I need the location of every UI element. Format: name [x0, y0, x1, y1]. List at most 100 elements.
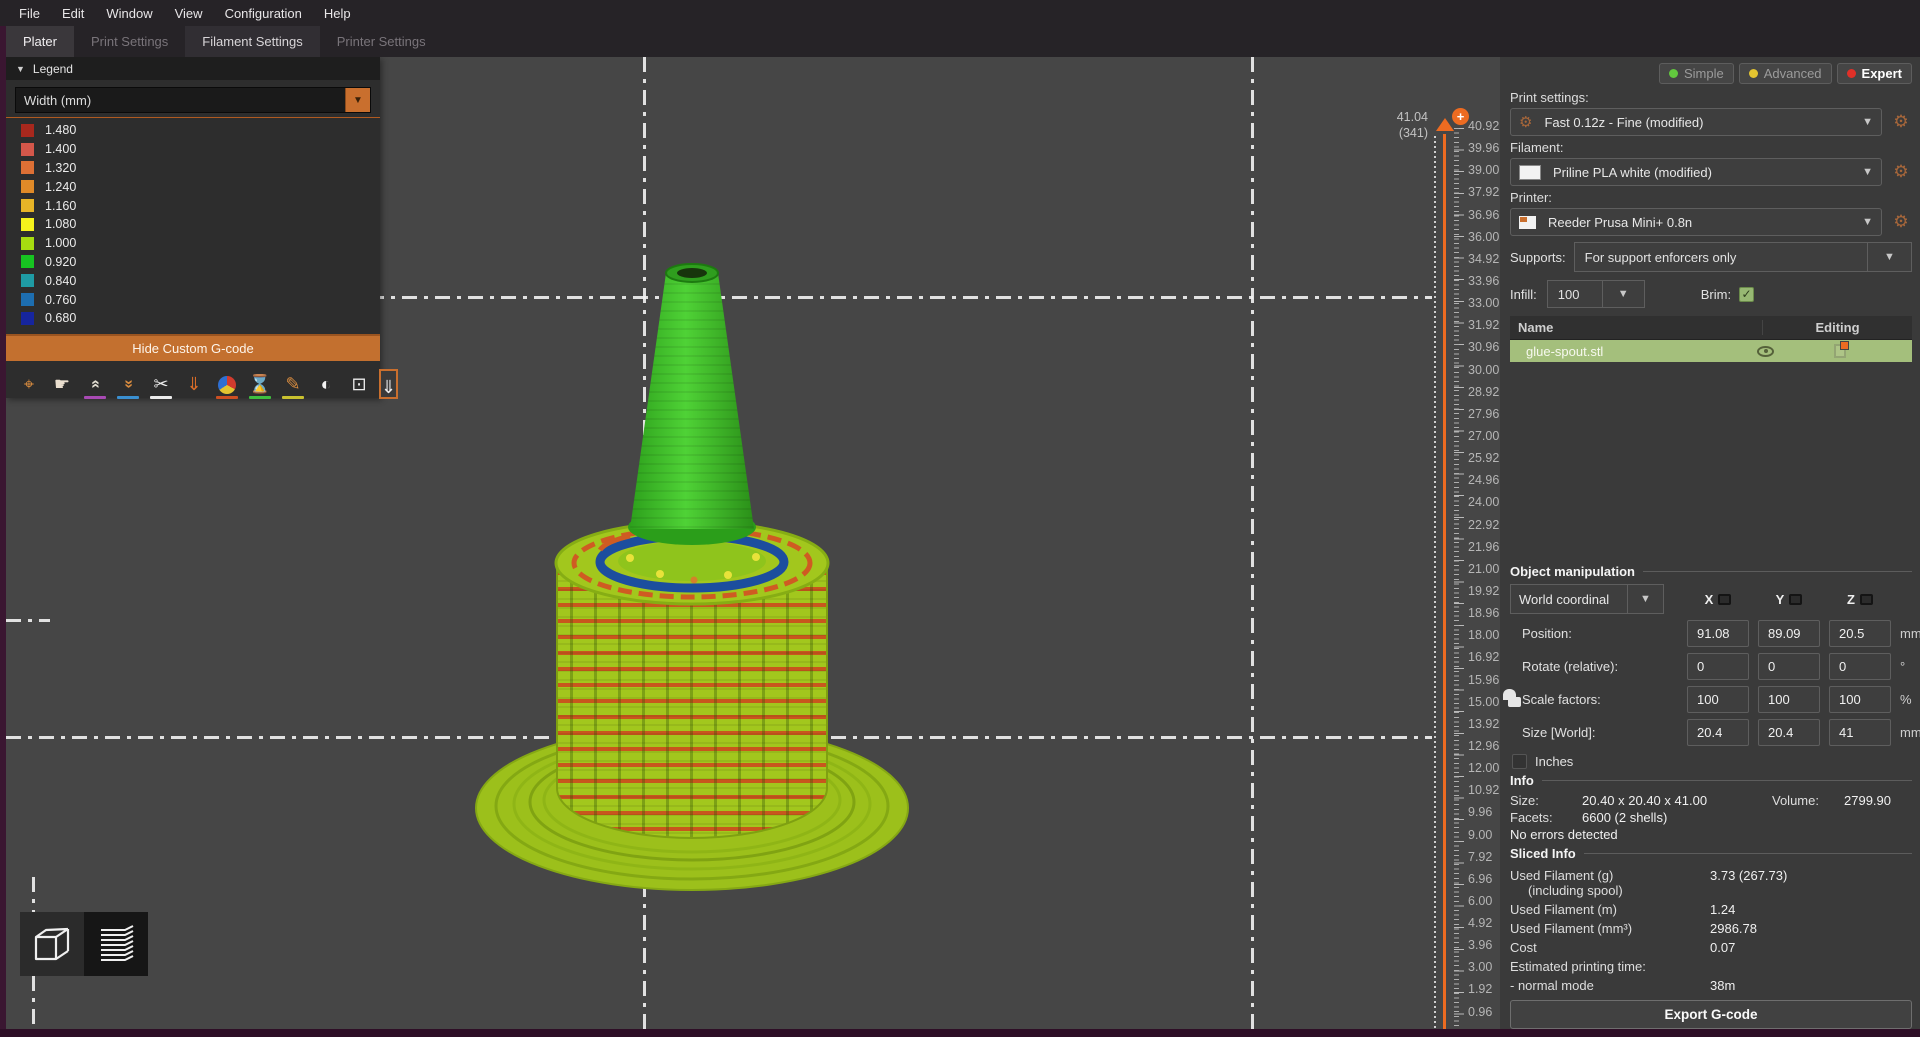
layer-tick-label: 33.96	[1468, 275, 1499, 287]
menu-item[interactable]: View	[164, 2, 214, 25]
settings-sidebar: Simple Advanced Expert Print settings: ⚙…	[1500, 57, 1920, 1029]
axis-value-input[interactable]: 100	[1758, 686, 1820, 713]
axis-value-input[interactable]: 0	[1687, 653, 1749, 680]
add-color-change-icon[interactable]: +	[1452, 108, 1469, 125]
hide-custom-gcode-button[interactable]: Hide Custom G-code	[6, 334, 380, 361]
print-settings-dropdown[interactable]: ⚙ Fast 0.12z - Fine (modified) ▼	[1510, 108, 1882, 136]
layer-tick-label: 34.92	[1468, 253, 1499, 265]
layers-icon	[93, 922, 139, 966]
mode-dot-icon	[1669, 69, 1678, 78]
edit-printer-icon[interactable]: ⚙	[1890, 212, 1912, 232]
legend-color-chip	[21, 312, 34, 325]
feature-toggle-icon[interactable]	[214, 369, 240, 399]
brim-checkbox[interactable]: ✓	[1739, 287, 1754, 302]
legend-title: Legend	[33, 62, 73, 76]
legend-entry-label: 0.760	[45, 293, 76, 307]
axis-value-input[interactable]: 20.4	[1687, 719, 1749, 746]
layer-tick-label: 22.92	[1468, 519, 1499, 531]
feature-toggle-icon[interactable]: »	[82, 369, 108, 399]
inches-checkbox[interactable]	[1512, 754, 1527, 769]
view-type-dropdown[interactable]: Width (mm) ▼	[15, 87, 371, 113]
menu-item[interactable]: Help	[313, 2, 362, 25]
legend-entry: 1.000	[21, 234, 380, 253]
layer-slider-upper-handle[interactable]	[1436, 118, 1454, 131]
dropdown-arrow-icon[interactable]: ▼	[345, 88, 370, 112]
legend-header[interactable]: ▼ Legend	[6, 57, 380, 80]
layer-tick-label: 30.00	[1468, 364, 1499, 376]
object-list-header: Name Editing	[1510, 316, 1912, 340]
supports-dropdown-arrow[interactable]: ▼	[1868, 242, 1912, 272]
printer-dropdown[interactable]: Reeder Prusa Mini+ 0.8n ▼	[1510, 208, 1882, 236]
feature-toggle-icon[interactable]: ⊡	[346, 369, 372, 399]
feature-toggle-icon[interactable]: ⌖	[16, 369, 42, 399]
object-manipulation-panel: Object manipulation World coordinal ▼ X …	[1510, 564, 1912, 769]
infill-input[interactable]: 100	[1547, 280, 1603, 308]
mode-button[interactable]: Simple	[1659, 63, 1734, 84]
object-row-glue-spout[interactable]: glue-spout.stl	[1510, 340, 1912, 362]
legend-color-chip	[21, 218, 34, 231]
sliced-row-value: 38m	[1710, 976, 1912, 994]
horizontal-move-slider[interactable]: 197889 197961	[6, 1002, 1466, 1029]
volume-label: Volume:	[1772, 793, 1844, 808]
editing-state-icon[interactable]	[1834, 344, 1846, 358]
feature-toggle-icon[interactable]: ⌛	[247, 369, 273, 399]
axis-value-input[interactable]: 89.09	[1758, 620, 1820, 647]
layer-slider-range[interactable]	[1443, 134, 1446, 1029]
menu-item[interactable]: Window	[95, 2, 163, 25]
mode-switcher: Simple Advanced Expert	[1510, 63, 1912, 84]
supports-dropdown[interactable]: For support enforcers only	[1574, 242, 1868, 272]
edit-print-settings-icon[interactable]: ⚙	[1890, 112, 1912, 132]
axis-value-input[interactable]: 0	[1758, 653, 1820, 680]
axis-value-input[interactable]: 41	[1829, 719, 1891, 746]
axis-value-input[interactable]: 100	[1829, 686, 1891, 713]
layer-slider[interactable]: 41.04 (341) + 40.9239.9639.0037.9236.963…	[1386, 114, 1500, 1029]
axis-value-input[interactable]: 91.08	[1687, 620, 1749, 647]
tab[interactable]: Printer Settings	[320, 26, 443, 57]
sliced-row-label: Used Filament (g)(including spool)	[1510, 866, 1710, 899]
feature-toggle-icon[interactable]: ✂	[148, 369, 174, 399]
menu-item[interactable]: Configuration	[214, 2, 313, 25]
tab[interactable]: Plater	[6, 26, 74, 57]
legend-entries: 1.480 1.400 1.320 1.240	[6, 117, 380, 328]
legend-toggle-icon[interactable]: ⇓	[379, 369, 398, 399]
mode-dot-icon	[1847, 69, 1856, 78]
editor-view-button[interactable]	[20, 912, 84, 976]
export-gcode-button[interactable]: Export G-code	[1510, 1000, 1912, 1029]
menu-item[interactable]: Edit	[51, 2, 95, 25]
axis-value-input[interactable]: 20.4	[1758, 719, 1820, 746]
layer-tick-label: 16.92	[1468, 651, 1499, 663]
feature-toggle-icon[interactable]: ◐	[313, 369, 339, 399]
info-title: Info	[1510, 773, 1534, 788]
tab[interactable]: Print Settings	[74, 26, 185, 57]
menu-item[interactable]: File	[8, 2, 51, 25]
feature-toggle-icon[interactable]: »	[115, 369, 141, 399]
coordinate-system-dropdown[interactable]: World coordinal ▼	[1510, 584, 1678, 614]
layer-ruler-ticks	[1454, 128, 1464, 1029]
mode-button[interactable]: Advanced	[1739, 63, 1832, 84]
tab[interactable]: Filament Settings	[185, 26, 319, 57]
layer-tick-label: 21.96	[1468, 541, 1499, 553]
legend-entry-label: 0.920	[45, 255, 76, 269]
gcode-preview-viewport[interactable]: ▼ Legend Width (mm) ▼ 1.480 1.400	[6, 57, 1500, 1029]
sliced-row-value: 3.73 (267.73)	[1710, 866, 1912, 899]
layer-tick-label: 27.96	[1468, 408, 1499, 420]
feature-toggle-icon[interactable]: ☛	[49, 369, 75, 399]
sliced-model-glue-spout[interactable]	[450, 240, 940, 900]
legend-entry-label: 1.240	[45, 180, 76, 194]
axis-value-input[interactable]: 20.5	[1829, 620, 1891, 647]
collapse-triangle-icon: ▼	[16, 64, 25, 74]
feature-toggle-icon[interactable]: ⇓	[181, 369, 207, 399]
infill-dropdown-arrow[interactable]: ▼	[1603, 280, 1645, 308]
sliced-row-label: Used Filament (mm³)	[1510, 919, 1710, 937]
axis-value-input[interactable]: 0	[1829, 653, 1891, 680]
filament-dropdown[interactable]: Priline PLA white (modified) ▼	[1510, 158, 1882, 186]
feature-toggle-icon[interactable]: ✎	[280, 369, 306, 399]
legend-panel: ▼ Legend Width (mm) ▼ 1.480 1.400	[6, 57, 380, 398]
preview-view-button[interactable]	[84, 912, 148, 976]
scale-lock-icon[interactable]	[1508, 697, 1521, 707]
axis-value-input[interactable]: 100	[1687, 686, 1749, 713]
mode-button[interactable]: Expert	[1837, 63, 1912, 84]
edit-filament-icon[interactable]: ⚙	[1890, 162, 1912, 182]
layer-tick-label: 13.92	[1468, 718, 1499, 730]
visibility-eye-icon[interactable]	[1757, 346, 1774, 357]
